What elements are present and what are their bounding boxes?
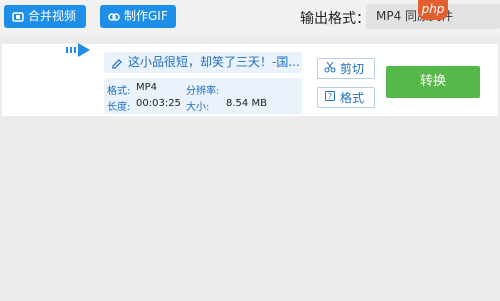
file-title: 这小品很短，却笑了三天！-国...: [128, 55, 300, 69]
merge-icon: [12, 11, 24, 23]
link-icon: [108, 11, 120, 23]
format-button-label: 格式: [340, 91, 365, 105]
resolution-label: 分辨率:: [186, 86, 220, 97]
format-button[interactable]: ? 格式: [317, 87, 375, 108]
cut-button[interactable]: 剪切: [317, 58, 375, 79]
pencil-icon: [111, 56, 123, 73]
size-label: 大小:: [186, 102, 210, 113]
convert-button[interactable]: 转换: [386, 66, 480, 98]
format-icon: ?: [324, 90, 336, 105]
format-value: MP4: [136, 82, 158, 93]
duration-label: 长度:: [107, 102, 131, 113]
make-gif-button[interactable]: 制作GIF: [100, 5, 176, 28]
file-title-field[interactable]: 这小品很短，却笑了三天！-国...: [104, 52, 302, 73]
output-format-label: 输出格式：: [300, 11, 370, 27]
play-arrow-icon[interactable]: [66, 42, 92, 61]
cut-label: 剪切: [340, 62, 365, 76]
merge-video-label: 合并视频: [28, 9, 77, 23]
php-watermark-badge: php: [418, 0, 448, 20]
size-value: 8.54 MB: [226, 98, 267, 109]
merge-video-button[interactable]: 合并视频: [4, 5, 86, 28]
duration-value: 00:03:25: [136, 98, 181, 109]
svg-text:?: ?: [328, 92, 332, 101]
make-gif-label: 制作GIF: [124, 9, 168, 23]
scissors-icon: [324, 61, 336, 76]
format-label: 格式:: [107, 86, 131, 97]
